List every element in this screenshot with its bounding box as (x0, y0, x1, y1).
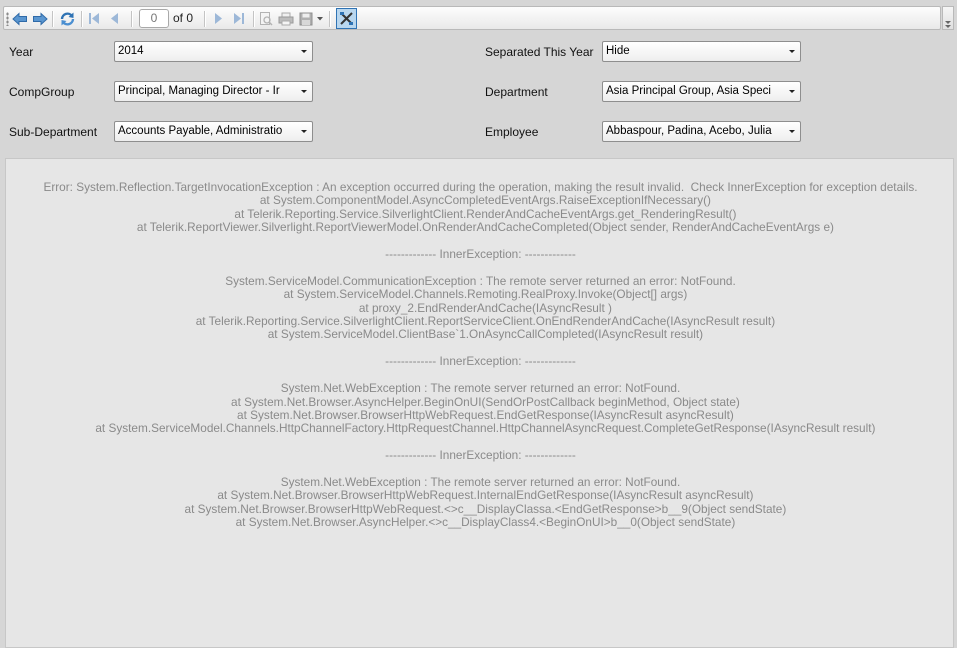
employee-dropdown[interactable]: Abbaspour, Padina, Acebo, Julia (602, 121, 801, 142)
toolbar-separator (329, 11, 331, 27)
page-count-label: of 0 (173, 11, 194, 25)
chevron-down-icon (301, 50, 307, 53)
previous-page-icon[interactable] (107, 10, 121, 27)
year-dropdown[interactable]: 2014 (114, 41, 313, 62)
last-page-icon[interactable] (232, 10, 246, 27)
toolbar-separator (131, 11, 133, 27)
toolbar-separator (81, 11, 83, 27)
chevron-down-icon (789, 130, 795, 133)
next-page-icon[interactable] (212, 10, 226, 27)
employee-label: Employee (485, 125, 539, 139)
separated-this-year-label: Separated This Year (485, 45, 594, 59)
year-label: Year (9, 45, 34, 59)
toolbar-separator (52, 11, 54, 27)
first-page-icon[interactable] (87, 10, 101, 27)
chevron-down-icon (301, 130, 307, 133)
separated-this-year-value: Hide (606, 45, 630, 57)
chevron-down-icon (789, 90, 795, 93)
chevron-down-icon (301, 90, 307, 93)
compgroup-value: Principal, Managing Director - Ir (118, 85, 280, 97)
sub-department-label: Sub-Department (9, 125, 98, 139)
compgroup-label: CompGroup (9, 85, 75, 99)
page-number-input[interactable]: 0 (139, 9, 169, 28)
toolbar-separator (253, 11, 255, 27)
separated-this-year-dropdown[interactable]: Hide (602, 41, 801, 62)
error-message: Error: System.Reflection.TargetInvocatio… (43, 180, 918, 530)
compgroup-dropdown[interactable]: Principal, Managing Director - Ir (114, 81, 313, 102)
print-icon[interactable] (278, 10, 294, 27)
year-value: 2014 (118, 45, 144, 57)
save-disk-icon[interactable] (298, 10, 314, 27)
chevron-down-icon (789, 50, 795, 53)
sub-department-value: Accounts Payable, Administratio (118, 125, 283, 137)
parameters-toggle-icon[interactable] (336, 8, 357, 29)
department-value: Asia Principal Group, Asia Speci (606, 85, 771, 97)
toolbar-separator (204, 11, 206, 27)
toolbar-overflow-button[interactable] (942, 6, 954, 30)
toolbar-grip[interactable] (6, 12, 9, 26)
department-dropdown[interactable]: Asia Principal Group, Asia Speci (602, 81, 801, 102)
forward-arrow-icon[interactable] (32, 10, 48, 27)
report-toolbar: 0 of 0 (3, 6, 941, 30)
print-preview-icon[interactable] (258, 10, 274, 27)
sub-department-dropdown[interactable]: Accounts Payable, Administratio (114, 121, 313, 142)
department-label: Department (485, 85, 548, 99)
back-arrow-icon[interactable] (12, 10, 28, 27)
refresh-icon[interactable] (58, 10, 76, 27)
report-viewer-area[interactable]: Error: System.Reflection.TargetInvocatio… (5, 158, 954, 648)
employee-value: Abbaspour, Padina, Acebo, Julia (606, 125, 772, 137)
export-dropdown-chevron-down-icon[interactable] (316, 10, 324, 27)
